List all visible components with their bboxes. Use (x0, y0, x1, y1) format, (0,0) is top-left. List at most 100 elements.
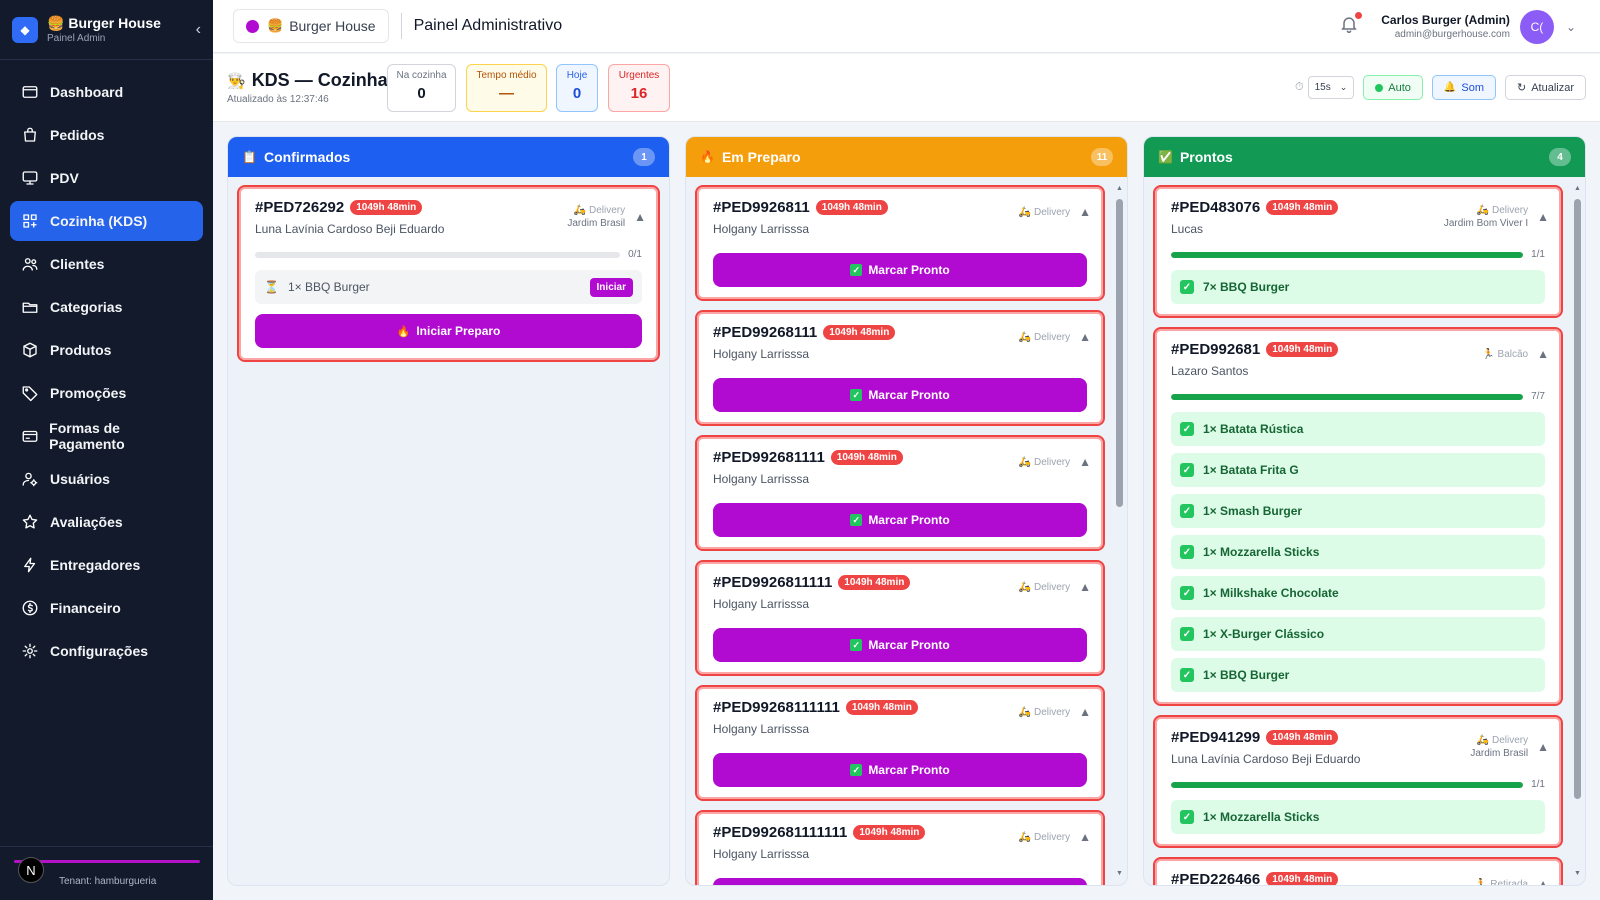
start-item-button[interactable]: Iniciar (589, 277, 633, 297)
order-meta: 🛵 Delivery ▲ (1019, 705, 1091, 719)
order-item-label: 1× Milkshake Chocolate (1203, 586, 1339, 600)
sidebar-item-categorias[interactable]: Categorias (10, 287, 203, 327)
sidebar-item-cozinha-kds[interactable]: Cozinha (KDS) (10, 201, 203, 241)
mark-ready-button[interactable]: ✓Marcar Pronto (713, 753, 1087, 787)
order-card[interactable]: #PED726292 1049h 48min 🛵 Delivery Jardim Bra… (237, 185, 660, 362)
user-info[interactable]: Carlos Burger (Admin) admin@burgerhouse.… (1381, 13, 1510, 40)
store-selector[interactable]: 🍔 Burger House (233, 9, 389, 43)
collapse-card-icon[interactable]: ▲ (1537, 877, 1549, 885)
check-icon: ✓ (1180, 545, 1194, 559)
collapse-card-icon[interactable]: ▲ (1079, 455, 1091, 469)
scrollbar-thumb[interactable] (1574, 199, 1581, 799)
order-card[interactable]: #PED992681 1049h 48min 🏃 Balcão ▲ Lazaro Sant… (1153, 327, 1563, 706)
scroll-up-icon[interactable]: ▲ (1116, 185, 1123, 192)
order-item-label: 1× Smash Burger (1203, 504, 1303, 518)
progress-bar (1171, 251, 1524, 258)
bolt-icon (20, 556, 40, 574)
order-card[interactable]: #PED99268111111 1049h 48min 🛵 Delivery ▲ Holg… (695, 685, 1105, 801)
tag-icon (20, 384, 40, 402)
order-type-label: 🏃 Balcão (1482, 349, 1528, 360)
sidebar-item-entregadores[interactable]: Entregadores (10, 545, 203, 585)
stat-label: Tempo médio (476, 70, 537, 81)
collapse-sidebar-icon[interactable]: ‹ (196, 21, 201, 39)
collapse-card-icon[interactable]: ▲ (1537, 347, 1549, 361)
progress-count: 0/1 (628, 249, 642, 260)
scrollbar[interactable]: ▲ ▼ (1116, 185, 1123, 877)
order-type: 🛵 Delivery (1019, 832, 1071, 843)
scroll-down-icon[interactable]: ▼ (1116, 870, 1123, 877)
order-type-text: Delivery (1491, 735, 1529, 746)
order-item-label: 1× BBQ Burger (1203, 668, 1290, 682)
sidebar-item-configuracoes[interactable]: Configurações (10, 631, 203, 671)
check-icon: ✓ (1180, 280, 1194, 294)
scrollbar[interactable]: ▲ ▼ (1574, 185, 1581, 877)
mark-ready-button[interactable]: ✓Marcar Pronto (713, 503, 1087, 537)
sidebar-item-clientes[interactable]: Clientes (10, 244, 203, 284)
scroll-down-icon[interactable]: ▼ (1574, 870, 1581, 877)
sidebar-item-pdv[interactable]: PDV (10, 158, 203, 198)
order-card[interactable]: #PED941299 1049h 48min 🛵 Delivery Jardim Bra… (1153, 715, 1563, 848)
tenant-avatar[interactable]: N (18, 857, 44, 883)
refresh-interval-select[interactable]: 15s ⌄ (1307, 76, 1355, 99)
scroll-up-icon[interactable]: ▲ (1574, 185, 1581, 192)
order-type-text: Delivery (1033, 331, 1071, 343)
button-label: Iniciar Preparo (416, 324, 501, 338)
order-card[interactable]: #PED99268111 1049h 48min 🛵 Delivery ▲ Holgany… (695, 310, 1105, 426)
collapse-card-icon[interactable]: ▲ (1079, 580, 1091, 594)
collapse-card-icon[interactable]: ▲ (634, 210, 646, 224)
column-em-preparo: 🔥 Em Preparo 11 #PED9926811 1049h 48min 🛵 D… (685, 136, 1128, 886)
sidebar-item-produtos[interactable]: Produtos (10, 330, 203, 370)
order-id: #PED9926811111 (713, 574, 833, 591)
chevron-down-icon[interactable]: ⌄ (1566, 20, 1576, 34)
sidebar-item-pedidos[interactable]: Pedidos (10, 115, 203, 155)
mark-ready-button[interactable]: ✓Marcar Pronto (713, 253, 1087, 287)
check-icon: ✓ (850, 764, 863, 776)
notifications-bell-icon[interactable] (1339, 12, 1363, 39)
order-type: 🛵 Delivery (1019, 582, 1071, 593)
sound-toggle[interactable]: 🔔 Som (1431, 75, 1496, 100)
sidebar-item-label: PDV (50, 170, 79, 186)
order-card[interactable]: #PED9926811 1049h 48min 🛵 Delivery ▲ Holgany … (695, 185, 1105, 301)
collapse-card-icon[interactable]: ▲ (1537, 210, 1549, 224)
collapse-card-icon[interactable]: ▲ (1079, 830, 1091, 844)
refresh-button[interactable]: ↻ Atualizar (1504, 75, 1586, 100)
sidebar-item-promocoes[interactable]: Promoções (10, 373, 203, 413)
auto-refresh-toggle[interactable]: Auto (1363, 75, 1423, 100)
sidebar-item-dashboard[interactable]: Dashboard (10, 72, 203, 112)
start-preparation-button[interactable]: 🔥 Iniciar Preparo (255, 314, 642, 348)
order-card[interactable]: #PED9926811111 1049h 48min 🛵 Delivery ▲ Holga… (695, 560, 1105, 676)
collapse-card-icon[interactable]: ▲ (1079, 205, 1091, 219)
sidebar-item-formas-de-pagamento[interactable]: Formas de Pagamento (10, 416, 203, 456)
order-type-text: Delivery (1033, 831, 1071, 843)
order-card[interactable]: #PED992681111 1049h 48min 🛵 Delivery ▲ Holgan… (695, 435, 1105, 551)
stat-value: 0 (572, 85, 582, 102)
progress-bar (255, 251, 621, 258)
mark-ready-button[interactable]: ✓Marcar Pronto (713, 378, 1087, 412)
timer-icon: ⏱ (1295, 81, 1304, 93)
progress-row: 1/1 (1171, 249, 1545, 260)
collapse-card-icon[interactable]: ▲ (1079, 705, 1091, 719)
mark-ready-button[interactable]: ✓Marcar Pronto (713, 628, 1087, 662)
column-prontos: ✅ Prontos 4 #PED483076 1049h 48min 🛵 Delive… (1143, 136, 1586, 886)
collapse-card-icon[interactable]: ▲ (1079, 330, 1091, 344)
sidebar-item-label: Usuários (50, 471, 110, 487)
order-item: ✓ 1× Batata Frita G (1171, 453, 1545, 487)
user-avatar[interactable]: C( (1519, 9, 1554, 44)
sidebar-item-usuarios[interactable]: Usuários (10, 459, 203, 499)
sidebar-item-financeiro[interactable]: Financeiro (10, 588, 203, 628)
order-card[interactable]: #PED2264661049h 48min🏃Retirada▲Luna Laví… (1153, 857, 1563, 886)
order-type: 🏃 Balcão (1482, 349, 1528, 360)
order-neighborhood: Jardim Brasil (1470, 748, 1529, 759)
button-label: Marcar Pronto (868, 263, 950, 277)
walk-icon: 🏃 (1474, 878, 1488, 886)
sidebar-item-avaliacoes[interactable]: Avaliações (10, 502, 203, 542)
order-type: 🛵 Delivery (1019, 457, 1071, 468)
stat-urgentes: Urgentes 16 (608, 64, 670, 112)
collapse-card-icon[interactable]: ▲ (1537, 740, 1549, 754)
check-icon: ✓ (850, 639, 863, 651)
order-card[interactable]: #PED483076 1049h 48min 🛵 Delivery Jardim Bom… (1153, 185, 1563, 318)
notification-dot (1355, 12, 1363, 19)
scrollbar-thumb[interactable] (1116, 199, 1123, 507)
mark-ready-button[interactable]: ✓Marcar Pronto (713, 878, 1087, 885)
order-card[interactable]: #PED992681111111 1049h 48min 🛵 Delivery ▲ Hol… (695, 810, 1105, 885)
